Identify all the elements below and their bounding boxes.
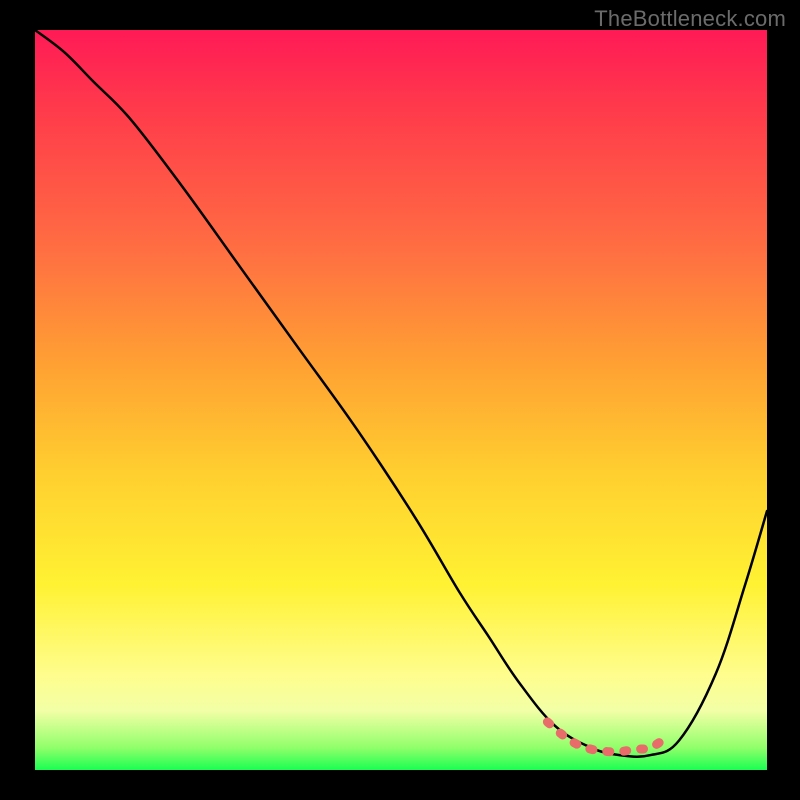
chart-svg [35,30,767,770]
watermark-text: TheBottleneck.com [594,6,786,32]
chart-frame: TheBottleneck.com [0,0,800,800]
highlight-line [547,722,664,752]
curve-line [35,30,767,757]
